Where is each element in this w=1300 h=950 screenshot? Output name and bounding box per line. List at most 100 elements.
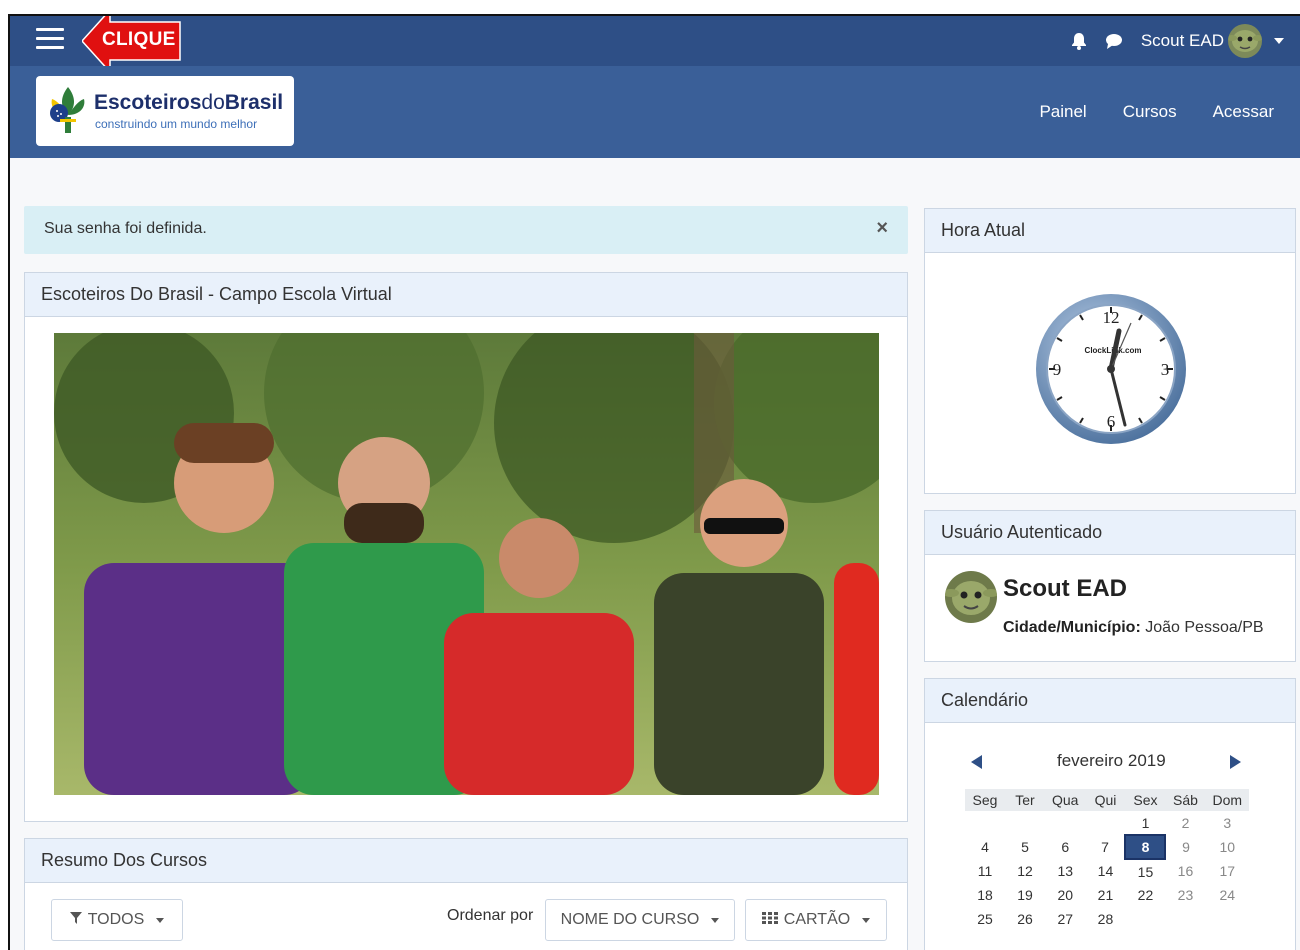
calendar-day[interactable]: 3 [1205,811,1249,835]
success-alert: Sua senha foi definida. × [24,206,908,254]
calendar-day[interactable]: 2 [1165,811,1205,835]
filter-icon [69,911,82,929]
calendar-weekday: Qua [1045,789,1086,811]
calendar-day[interactable]: 6 [1045,835,1085,859]
calendar-day[interactable]: 11 [965,859,1005,883]
chevron-down-icon [156,917,165,923]
calendar-weekday: Ter [1005,789,1045,811]
next-month-icon[interactable] [1230,755,1241,769]
analog-clock: 12 3 6 9 ClockLink.com [1035,293,1187,445]
nav-painel[interactable]: Painel [1039,102,1086,122]
calendar-day[interactable]: 13 [1045,859,1085,883]
calendar-day-today[interactable]: 8 [1124,834,1167,860]
clock-number-6: 6 [1107,412,1116,431]
site-logo[interactable]: EscoteirosdoBrasil construindo um mundo … [36,76,294,146]
clock-number-3: 3 [1161,360,1170,379]
top-navbar: CLIQUE Scout EAD [10,16,1300,72]
view-dropdown[interactable]: CARTÃO [745,899,887,941]
filter-dropdown[interactable]: TODOS [51,899,183,941]
calendar-day[interactable]: 28 [1085,907,1125,931]
calendar-day[interactable]: 19 [1005,883,1045,907]
page-frame: CLIQUE Scout EAD EscoteirosdoBrasil cons… [8,14,1300,950]
main-course-card: Escoteiros Do Brasil - Campo Escola Virt… [24,272,908,822]
calendar-day[interactable]: 21 [1085,883,1125,907]
user-avatar-large[interactable] [945,571,997,623]
calendar-empty-cell [1085,811,1125,835]
user-full-name[interactable]: Scout EAD [1003,575,1127,603]
clock-number-9: 9 [1053,360,1062,379]
fleur-de-lis-icon [50,87,85,133]
calendar-empty-cell [1165,907,1205,931]
calendar-empty-cell [1045,811,1085,835]
calendar-weekday: Sáb [1165,789,1206,811]
calendar-day[interactable]: 12 [1005,859,1045,883]
calendar-card-title: Calendário [925,679,1295,723]
chevron-down-icon[interactable] [1274,38,1284,44]
calendar-weekday: Dom [1205,789,1250,811]
sort-dropdown[interactable]: NOME DO CURSO [545,899,735,941]
clock-number-12: 12 [1103,308,1120,327]
prev-month-icon[interactable] [971,755,982,769]
calendar-month-label: fevereiro 2019 [1057,751,1166,770]
calendar-grid: Seg Ter Qua Qui Sex Sáb Dom 1 2 3 4 5 6 7 8 9 10 11 12 13 1… [965,789,1250,931]
calendar-week: 123 [965,811,1249,835]
logo-subtitle: construindo um mundo melhor [95,117,258,131]
nav-cursos[interactable]: Cursos [1123,102,1177,122]
calendar-day[interactable]: 24 [1205,883,1249,907]
calendar-day[interactable]: 18 [965,883,1005,907]
brand-header: EscoteirosdoBrasil construindo um mundo … [10,66,1300,158]
calendar-day[interactable]: 9 [1165,835,1205,859]
hamburger-menu-icon[interactable] [36,28,64,52]
calendar-empty-cell [1205,907,1249,931]
calendar-week: 18 19 20 21 22 23 24 [965,883,1249,907]
user-city: Cidade/Município: João Pessoa/PB [1003,619,1264,636]
calendar-day[interactable]: 5 [1005,835,1045,859]
sort-label: Ordenar por [447,907,534,924]
bell-icon[interactable] [1071,32,1087,50]
calendar-day[interactable]: 15 [1125,859,1165,883]
grid-icon [761,911,778,929]
calendar-day[interactable]: 10 [1205,835,1249,859]
calendar-day[interactable]: 16 [1165,859,1205,883]
calendar-weekday: Qui [1085,789,1126,811]
calendar-day[interactable]: 7 [1085,835,1125,859]
calendar-empty-cell [965,811,1005,835]
user-avatar[interactable] [1228,24,1262,58]
calendar-weekday: Seg [965,789,1005,811]
chevron-down-icon [711,917,720,923]
user-name-link[interactable]: Scout EAD [1141,31,1224,51]
calendar-weekday: Sex [1125,789,1166,811]
calendar-day[interactable]: 27 [1045,907,1085,931]
summary-card-title: Resumo Dos Cursos [25,839,907,883]
calendar-week: 11 12 13 14 15 16 17 [965,859,1249,883]
calendar-empty-cell [1005,811,1045,835]
calendar-week: 4 5 6 7 8 9 10 [965,834,1249,860]
clock-card: Hora Atual 12 3 6 9 [924,208,1296,494]
nav-acessar[interactable]: Acessar [1213,102,1274,122]
authenticated-user-card: Usuário Autenticado Scout EAD Cidade/Mun… [924,510,1296,662]
close-icon[interactable]: × [876,217,888,240]
calendar-day[interactable]: 20 [1045,883,1085,907]
calendar-day[interactable]: 25 [965,907,1005,931]
chevron-down-icon [862,917,871,923]
calendar-card: Calendário fevereiro 2019 Seg Ter Qua Qui Se… [924,678,1296,950]
calendar-day[interactable]: 26 [1005,907,1045,931]
calendar-day[interactable]: 17 [1205,859,1249,883]
calendar-header: fevereiro 2019 [961,751,1261,775]
calendar-day[interactable]: 14 [1085,859,1125,883]
calendar-empty-cell [1125,907,1165,931]
logo-title: EscoteirosdoBrasil [94,91,284,114]
alert-message: Sua senha foi definida. [44,220,207,237]
chat-bubble-icon[interactable] [1105,33,1123,49]
calendar-day[interactable]: 1 [1125,811,1165,835]
annotation-label: CLIQUE [102,29,176,50]
clock-card-title: Hora Atual [925,209,1295,253]
calendar-day[interactable]: 4 [965,835,1005,859]
hero-photo [54,333,879,795]
calendar-day[interactable]: 22 [1125,883,1165,907]
user-menu-area: Scout EAD [1071,16,1284,66]
main-card-title: Escoteiros Do Brasil - Campo Escola Virt… [25,273,907,317]
calendar-day[interactable]: 23 [1165,883,1205,907]
user-card-title: Usuário Autenticado [925,511,1295,555]
course-summary-card: Resumo Dos Cursos TODOS Ordenar por NOME… [24,838,908,950]
